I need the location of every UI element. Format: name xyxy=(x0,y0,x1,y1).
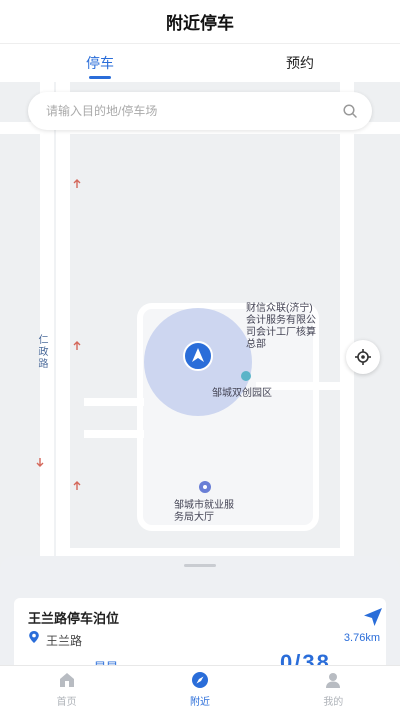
traffic-arrow-2 xyxy=(73,341,81,350)
tab-nearby-label: 附近 xyxy=(189,696,210,708)
campus-path-2 xyxy=(84,430,144,438)
search-input[interactable] xyxy=(46,104,342,118)
poi-label-innovation-park[interactable]: 邹城双创园区 xyxy=(212,388,272,400)
traffic-arrow-3 xyxy=(73,481,81,490)
app-screen: 附近停车 停车 预约 财信众联(济宁)会计服务有限公司会计工厂核算总部 邹城双创… xyxy=(0,0,400,711)
tab-parking-label: 停车 xyxy=(86,55,114,71)
campus-path-1 xyxy=(84,398,144,406)
parking-distance: 3.76km xyxy=(343,632,380,644)
search-icon[interactable] xyxy=(342,103,358,119)
compass-icon xyxy=(191,671,208,688)
locate-icon xyxy=(355,349,371,365)
page-title: 附近停车 xyxy=(166,14,234,33)
traffic-arrow-1 xyxy=(73,179,81,188)
poi-park-icon xyxy=(241,371,251,381)
tab-home[interactable]: 首页 xyxy=(0,666,133,711)
poi-label-employment-hall[interactable]: 邹城市就业服务局大厅 xyxy=(174,500,238,524)
navigation-bar: 附近停车 xyxy=(0,0,400,44)
tab-home-label: 首页 xyxy=(56,696,77,708)
tab-active-indicator xyxy=(89,76,111,79)
parking-card[interactable]: 王兰路停车泊位 王兰路 3.76km 早早 0/38 xyxy=(14,598,386,666)
location-pin-icon xyxy=(29,631,39,643)
parking-name: 王兰路停车泊位 xyxy=(28,611,120,626)
tab-parking[interactable]: 停车 xyxy=(0,44,200,82)
parking-address: 王兰路 xyxy=(46,634,83,648)
tab-reservation[interactable]: 预约 xyxy=(200,44,400,82)
home-icon xyxy=(59,672,74,687)
user-icon xyxy=(326,672,341,688)
navigate-icon[interactable] xyxy=(362,606,384,628)
tab-reservation-label: 预约 xyxy=(286,55,314,71)
poi-service-icon-dot xyxy=(203,485,207,489)
segment-tabs: 停车 预约 xyxy=(0,44,400,82)
locate-button[interactable] xyxy=(346,340,380,374)
tab-mine[interactable]: 我的 xyxy=(267,666,400,711)
search-bar[interactable] xyxy=(28,92,372,130)
map-canvas xyxy=(0,82,400,602)
sheet-drag-handle[interactable] xyxy=(184,564,216,567)
map-view[interactable]: 财信众联(济宁)会计服务有限公司会计工厂核算总部 邹城双创园区 邹城市就业服务局… xyxy=(0,82,400,602)
road-label: 仁政路 xyxy=(36,334,47,370)
poi-label-company[interactable]: 财信众联(济宁)会计服务有限公司会计工厂核算总部 xyxy=(246,303,316,351)
tab-nearby[interactable]: 附近 xyxy=(133,666,266,711)
parking-list-sheet[interactable]: 王兰路停车泊位 王兰路 3.76km 早早 0/38 xyxy=(0,556,400,666)
tab-mine-label: 我的 xyxy=(323,696,344,708)
parking-spaces-count: 0/38 xyxy=(280,650,331,666)
road-vertical-right xyxy=(340,82,354,602)
bottom-tab-bar: 首页 附近 我的 xyxy=(0,665,400,711)
